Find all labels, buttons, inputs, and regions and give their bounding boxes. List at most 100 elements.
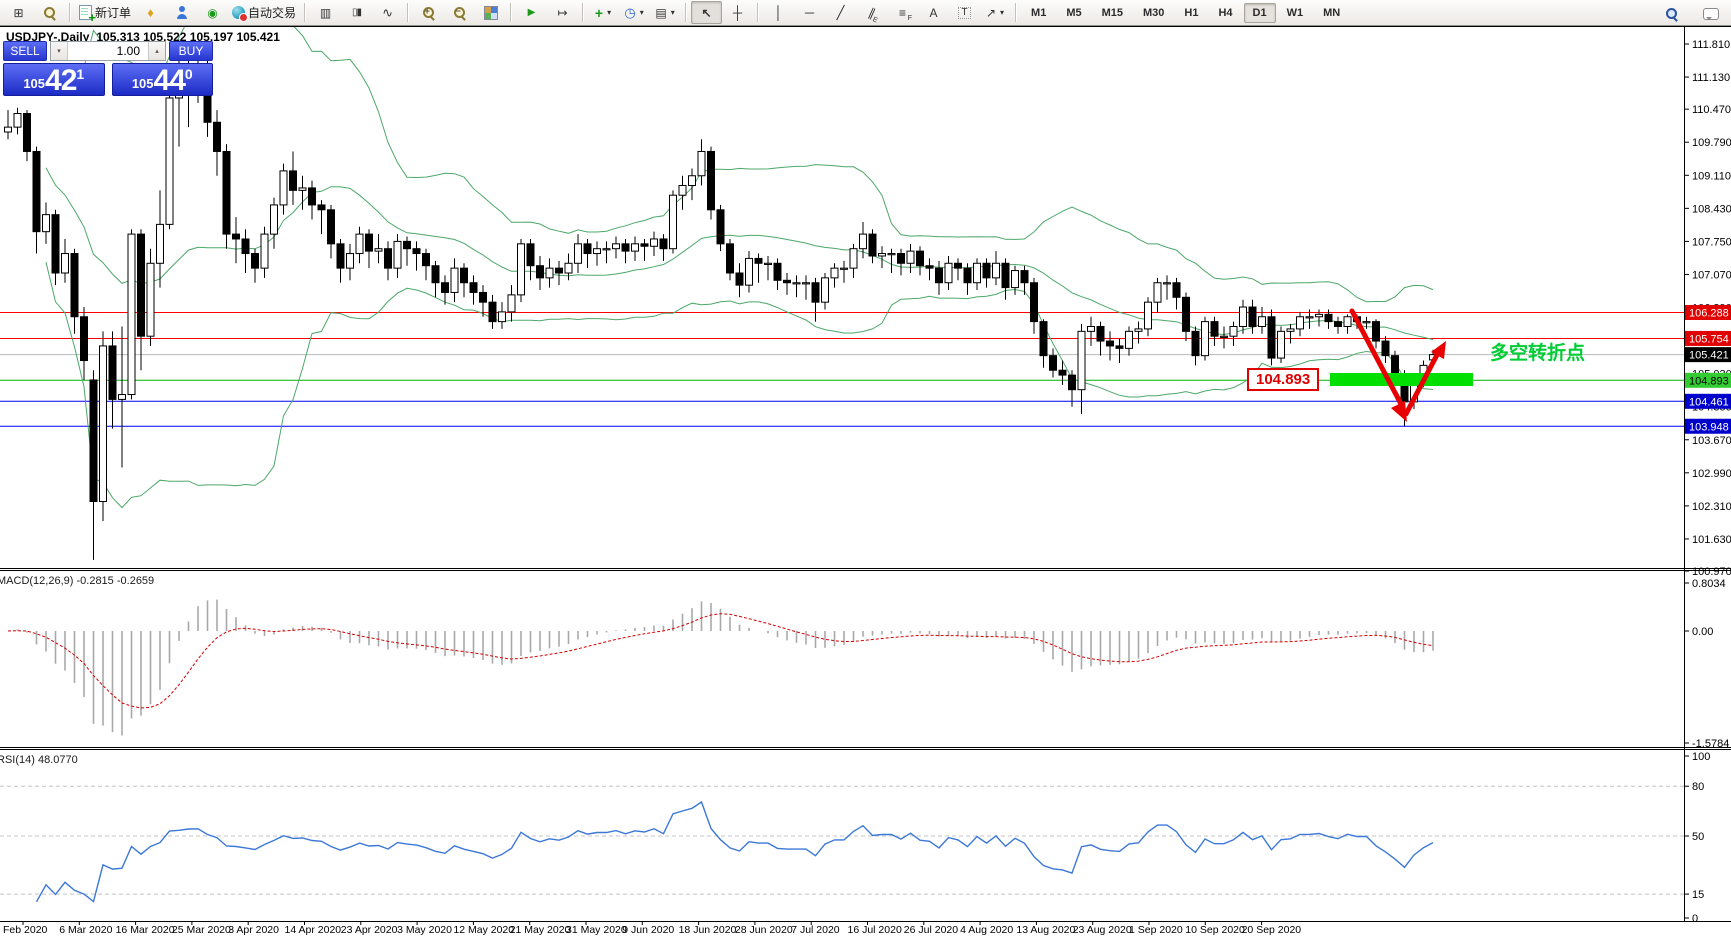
candle-body xyxy=(564,262,573,274)
candle-body xyxy=(916,250,924,267)
timeframe-mn-button[interactable]: MN xyxy=(1314,3,1349,23)
caret-down-icon[interactable]: ▾ xyxy=(639,8,645,17)
zoom-in-button[interactable]: + xyxy=(413,1,444,24)
price-tick-label: 102.990 xyxy=(1692,468,1731,480)
candle-body xyxy=(754,257,763,264)
candle-body xyxy=(308,187,316,206)
volume-value[interactable]: 1.00 xyxy=(68,42,148,60)
search-button[interactable] xyxy=(1656,2,1687,25)
price-tick-label: 107.750 xyxy=(1692,236,1731,248)
candle-body xyxy=(602,248,611,251)
candle-body xyxy=(517,243,525,296)
candlestick-button[interactable]: ▯▮ xyxy=(341,1,372,24)
candle-body xyxy=(830,267,839,279)
ask-price-main: 44 xyxy=(153,63,186,97)
timeframe-m30-button[interactable]: M30 xyxy=(1134,3,1173,23)
candle-body xyxy=(298,187,307,191)
templates-button[interactable]: ▤ ▾ xyxy=(650,1,681,24)
crosshair-tool-button[interactable]: ┼ xyxy=(722,1,753,24)
periods-button[interactable]: ◷ ▾ xyxy=(619,1,650,24)
bar-chart-icon: ▥ xyxy=(319,5,332,20)
bid-price-box[interactable]: 105 42 1 xyxy=(3,63,105,96)
support-price-label[interactable]: 104.893 xyxy=(1247,368,1320,391)
candle-body xyxy=(118,394,126,400)
autotrading-button[interactable]: 自动交易 xyxy=(228,1,300,24)
candle-body xyxy=(935,267,943,284)
shift-chart-button[interactable]: ↦ xyxy=(547,1,578,24)
toolbar-separator xyxy=(407,3,410,22)
volume-decrease-button[interactable]: ▾ xyxy=(51,42,68,60)
timeframe-h4-button[interactable]: H4 xyxy=(1209,3,1241,23)
candle-body xyxy=(621,243,630,252)
candle-body xyxy=(108,345,117,400)
caret-down-icon[interactable]: ▾ xyxy=(670,8,676,17)
trendline-tool-button[interactable]: ╱ xyxy=(825,1,856,24)
candle-body xyxy=(536,265,544,279)
price-tick-label: 103.670 xyxy=(1692,435,1731,447)
text-tool-button[interactable]: A xyxy=(918,1,949,24)
date-axis-label: Feb 2020 xyxy=(3,924,48,936)
timeframe-d1-button[interactable]: D1 xyxy=(1243,2,1276,23)
new-chart-button[interactable]: ⊞ xyxy=(3,1,34,24)
rsi-name: RSI(14) xyxy=(0,754,35,766)
date-axis-label: 28 Jun 2020 xyxy=(735,924,793,936)
data-window-button[interactable] xyxy=(34,1,65,24)
channel-tool-button[interactable]: ∥ xyxy=(856,1,887,24)
new-order-button[interactable]: 新订单 xyxy=(75,1,135,25)
rsi-tick-label: 50 xyxy=(1692,831,1704,843)
caret-down-icon[interactable]: ▾ xyxy=(999,8,1005,17)
chat-button[interactable] xyxy=(1695,2,1726,25)
candle-body xyxy=(1039,321,1048,357)
hline-tool-button[interactable]: ─ xyxy=(794,1,825,24)
candle-body xyxy=(1210,321,1219,337)
toolbar-right xyxy=(1656,2,1726,25)
bid-price-pip: 1 xyxy=(76,66,85,82)
label-tool-button[interactable]: T xyxy=(949,1,980,24)
bollinger-lower-band xyxy=(45,261,1434,509)
candle-body xyxy=(716,209,725,245)
candle-body xyxy=(1324,313,1333,323)
indicators-button[interactable]: + ▾ xyxy=(588,1,619,24)
timeframe-w1-button[interactable]: W1 xyxy=(1278,3,1313,23)
candle-body xyxy=(1229,325,1238,337)
candle-body xyxy=(13,113,22,128)
sell-button[interactable]: SELL xyxy=(3,41,47,61)
candle-body xyxy=(165,97,174,225)
cursor-tool-button[interactable]: ↖ xyxy=(691,1,723,24)
candle-body xyxy=(1182,296,1190,332)
autoscroll-button[interactable]: ▶ xyxy=(516,1,547,24)
arrows-tool-button[interactable]: ↗ ▾ xyxy=(980,1,1011,24)
vline-tool-button[interactable]: │ xyxy=(763,1,794,24)
tile-windows-button[interactable] xyxy=(475,1,506,24)
macd-pane xyxy=(7,599,1434,736)
market-watch-button[interactable]: ♦ xyxy=(135,1,166,24)
price-tick-label: 111.130 xyxy=(1692,72,1730,84)
rsi-tick-label: 15 xyxy=(1692,889,1704,901)
date-axis-label: 16 Jul 2020 xyxy=(848,924,902,936)
bar-chart-button[interactable]: ▥ xyxy=(310,1,341,24)
timeframe-m5-button[interactable]: M5 xyxy=(1057,3,1090,23)
candle-body xyxy=(1258,316,1266,327)
candle-body xyxy=(4,126,12,133)
chart-canvas[interactable]: 多空转折点 111.810 111.130 110.470 109.790 109.110… xyxy=(0,0,1731,936)
profile-button[interactable] xyxy=(166,1,197,24)
zoom-out-button[interactable]: − xyxy=(444,1,475,24)
indicators-icon: + xyxy=(594,4,604,21)
date-axis-label: 12 May 2020 xyxy=(453,924,514,936)
timeframe-m1-button[interactable]: M1 xyxy=(1022,3,1055,23)
candle-body xyxy=(868,233,877,257)
fibonacci-tool-button[interactable]: ≡ xyxy=(887,1,918,24)
line-chart-button[interactable]: ∿ xyxy=(372,1,403,24)
toolbar-separator xyxy=(685,3,688,22)
ask-price-box[interactable]: 105 44 0 xyxy=(111,63,213,97)
candle-body xyxy=(1286,328,1295,332)
volume-increase-button[interactable]: ▴ xyxy=(148,42,165,60)
signal-button[interactable]: ◉ xyxy=(197,1,228,24)
timeframe-h1-button[interactable]: H1 xyxy=(1175,3,1207,23)
buy-button[interactable]: BUY xyxy=(169,41,213,61)
candle-body xyxy=(707,150,715,211)
candle-body xyxy=(70,253,79,318)
candle-body xyxy=(1049,355,1057,371)
caret-down-icon[interactable]: ▾ xyxy=(606,8,612,17)
timeframe-m15-button[interactable]: M15 xyxy=(1093,3,1132,23)
